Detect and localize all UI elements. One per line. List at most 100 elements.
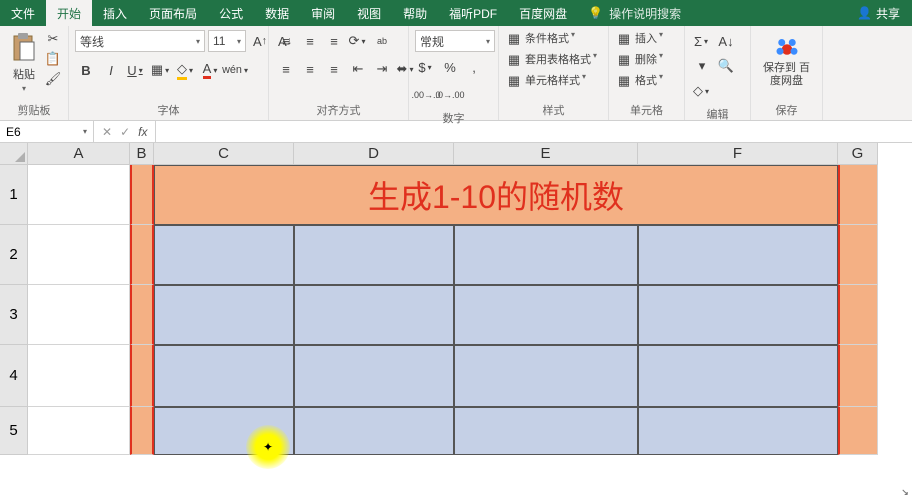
row-header-2[interactable]: 2 bbox=[0, 225, 28, 285]
name-box[interactable]: E6▾ bbox=[0, 121, 94, 142]
autosum-button[interactable]: Σ▾ bbox=[691, 30, 713, 52]
conditional-formatting-button[interactable]: ▦条件格式▾ bbox=[505, 30, 575, 48]
cell[interactable] bbox=[294, 345, 454, 407]
cell[interactable] bbox=[638, 407, 838, 455]
cell[interactable] bbox=[454, 407, 638, 455]
increase-decimal-button[interactable]: .00→.0 bbox=[415, 84, 437, 106]
paste-button[interactable]: 粘贴 ▾ bbox=[6, 30, 42, 95]
cell[interactable] bbox=[154, 225, 294, 285]
cell[interactable] bbox=[130, 345, 154, 407]
tab-formulas[interactable]: 公式 bbox=[208, 0, 254, 26]
col-header-c[interactable]: C bbox=[154, 143, 294, 165]
align-top-button[interactable]: ≡ bbox=[275, 30, 297, 52]
clear-button[interactable]: ◇▾ bbox=[691, 80, 713, 102]
cell[interactable] bbox=[294, 285, 454, 345]
cell[interactable] bbox=[130, 165, 154, 225]
decrease-indent-button[interactable]: ⇤ bbox=[347, 58, 369, 80]
align-left-button[interactable]: ≡ bbox=[275, 58, 297, 80]
align-center-button[interactable]: ≡ bbox=[299, 58, 321, 80]
comma-format-button[interactable]: , bbox=[463, 56, 485, 78]
copy-button[interactable]: 📋 bbox=[44, 50, 62, 68]
col-header-g[interactable]: G bbox=[838, 143, 878, 165]
fill-color-button[interactable]: ◇▾ bbox=[175, 59, 197, 81]
col-header-e[interactable]: E bbox=[454, 143, 638, 165]
italic-button[interactable]: I bbox=[100, 59, 122, 81]
percent-format-button[interactable]: % bbox=[439, 56, 461, 78]
formula-bar[interactable] bbox=[156, 121, 912, 142]
cut-button[interactable]: ✂ bbox=[44, 30, 62, 48]
delete-cells-button[interactable]: ▦删除▾ bbox=[615, 51, 663, 69]
find-select-button[interactable]: 🔍 bbox=[715, 55, 737, 77]
increase-indent-button[interactable]: ⇥ bbox=[371, 58, 393, 80]
cell[interactable] bbox=[638, 225, 838, 285]
align-right-button[interactable]: ≡ bbox=[323, 58, 345, 80]
save-to-baidu-button[interactable]: 保存到 百度网盘 bbox=[757, 30, 816, 90]
cell[interactable] bbox=[28, 165, 130, 225]
borders-button[interactable]: ▦▾ bbox=[150, 59, 172, 81]
enter-formula-button[interactable]: ✓ bbox=[120, 125, 130, 139]
cell[interactable] bbox=[130, 225, 154, 285]
underline-button[interactable]: U▾ bbox=[125, 59, 147, 81]
cell[interactable] bbox=[294, 225, 454, 285]
cancel-formula-button[interactable]: ✕ bbox=[102, 125, 112, 139]
row-header-1[interactable]: 1 bbox=[0, 165, 28, 225]
cell[interactable] bbox=[454, 345, 638, 407]
cell[interactable] bbox=[294, 407, 454, 455]
tab-data[interactable]: 数据 bbox=[254, 0, 300, 26]
phonetic-button[interactable]: wén▾ bbox=[225, 59, 247, 81]
insert-function-button[interactable]: fx bbox=[138, 125, 147, 139]
cell[interactable] bbox=[838, 407, 878, 455]
cell[interactable] bbox=[130, 285, 154, 345]
select-all-corner[interactable] bbox=[0, 143, 28, 165]
cell[interactable] bbox=[638, 345, 838, 407]
col-header-b[interactable]: B bbox=[130, 143, 154, 165]
cell[interactable] bbox=[28, 285, 130, 345]
sort-filter-button[interactable]: A↓ bbox=[715, 30, 737, 52]
cell-styles-button[interactable]: ▦单元格样式▾ bbox=[505, 72, 586, 90]
decrease-decimal-button[interactable]: .0→.00 bbox=[439, 84, 461, 106]
tab-baidu-netdisk[interactable]: 百度网盘 bbox=[508, 0, 578, 26]
cell[interactable] bbox=[154, 407, 294, 455]
increase-font-button[interactable]: A↑ bbox=[249, 30, 271, 52]
cell[interactable] bbox=[154, 345, 294, 407]
align-bottom-button[interactable]: ≡ bbox=[323, 30, 345, 52]
row-header-4[interactable]: 4 bbox=[0, 345, 28, 407]
align-middle-button[interactable]: ≡ bbox=[299, 30, 321, 52]
tab-view[interactable]: 视图 bbox=[346, 0, 392, 26]
col-header-a[interactable]: A bbox=[28, 143, 130, 165]
cell[interactable] bbox=[28, 345, 130, 407]
format-painter-button[interactable]: 🖌 bbox=[44, 70, 62, 88]
tab-review[interactable]: 审阅 bbox=[300, 0, 346, 26]
cell[interactable] bbox=[28, 225, 130, 285]
tab-foxit-pdf[interactable]: 福听PDF bbox=[438, 0, 508, 26]
share-button[interactable]: 👤 共享 bbox=[845, 0, 912, 26]
insert-cells-button[interactable]: ▦插入▾ bbox=[615, 30, 663, 48]
wrap-text-button[interactable]: ab bbox=[371, 30, 393, 52]
merged-title-cell[interactable]: 生成1-10的随机数 bbox=[154, 165, 838, 225]
tab-page-layout[interactable]: 页面布局 bbox=[138, 0, 208, 26]
cell[interactable] bbox=[454, 285, 638, 345]
col-header-f[interactable]: F bbox=[638, 143, 838, 165]
tab-help[interactable]: 帮助 bbox=[392, 0, 438, 26]
number-format-select[interactable]: 常规▾ bbox=[415, 30, 495, 52]
format-cells-button[interactable]: ▦格式▾ bbox=[615, 72, 663, 90]
format-as-table-button[interactable]: ▦套用表格格式▾ bbox=[505, 51, 597, 69]
cell[interactable] bbox=[638, 285, 838, 345]
accounting-format-button[interactable]: $▾ bbox=[415, 56, 437, 78]
cell[interactable] bbox=[838, 345, 878, 407]
row-header-3[interactable]: 3 bbox=[0, 285, 28, 345]
row-header-5[interactable]: 5 bbox=[0, 407, 28, 455]
font-family-select[interactable]: 等线▾ bbox=[75, 30, 205, 52]
cell[interactable] bbox=[838, 165, 878, 225]
bold-button[interactable]: B bbox=[75, 59, 97, 81]
fill-button[interactable]: ▾ bbox=[691, 55, 713, 77]
tab-file[interactable]: 文件 bbox=[0, 0, 46, 26]
cell[interactable] bbox=[154, 285, 294, 345]
cell[interactable] bbox=[838, 225, 878, 285]
col-header-d[interactable]: D bbox=[294, 143, 454, 165]
cell[interactable] bbox=[454, 225, 638, 285]
orientation-button[interactable]: ⟳▾ bbox=[347, 30, 369, 52]
font-size-select[interactable]: 11▾ bbox=[208, 30, 246, 52]
tell-me-search[interactable]: 💡 操作说明搜索 bbox=[588, 0, 681, 26]
cell[interactable] bbox=[28, 407, 130, 455]
